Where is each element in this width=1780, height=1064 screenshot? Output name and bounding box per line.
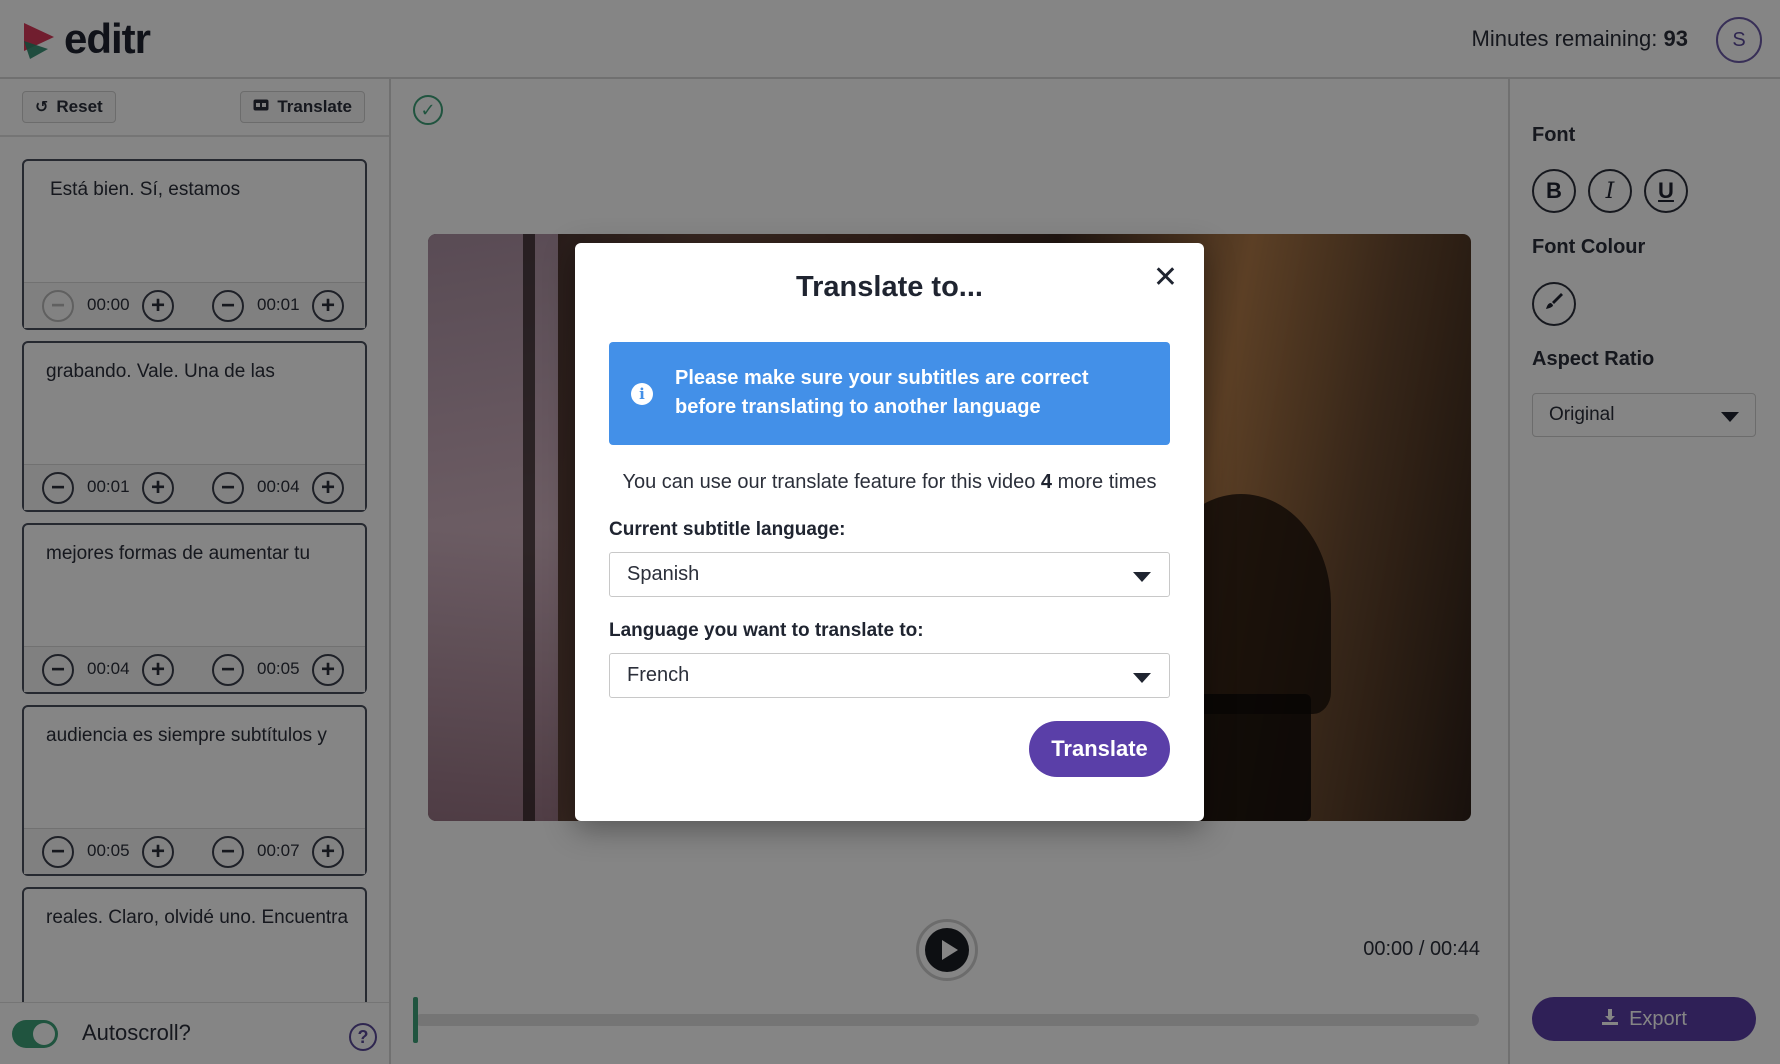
info-icon: i	[631, 383, 653, 405]
target-language-label: Language you want to translate to:	[609, 620, 924, 641]
info-alert: i Please make sure your subtitles are co…	[609, 342, 1170, 445]
usage-line: You can use our translate feature for th…	[575, 471, 1204, 494]
close-icon[interactable]: ✕	[1153, 263, 1178, 293]
target-language-select[interactable]: French	[609, 653, 1170, 698]
usage-suffix: more times	[1057, 471, 1157, 493]
target-language-value: French	[627, 664, 690, 686]
translate-button[interactable]: Translate	[1029, 721, 1170, 777]
info-alert-text: Please make sure your subtitles are corr…	[675, 367, 1089, 418]
usage-prefix: You can use our translate feature for th…	[622, 471, 1036, 493]
current-language-value: Spanish	[627, 563, 700, 585]
modal-title: Translate to...	[796, 271, 983, 303]
current-language-select[interactable]: Spanish	[609, 552, 1170, 597]
chevron-down-icon	[1133, 572, 1151, 582]
usage-count: 4	[1040, 471, 1053, 493]
current-language-label: Current subtitle language:	[609, 519, 846, 540]
chevron-down-icon	[1133, 673, 1151, 683]
translate-modal: Translate to... ✕ i Please make sure you…	[575, 243, 1204, 821]
